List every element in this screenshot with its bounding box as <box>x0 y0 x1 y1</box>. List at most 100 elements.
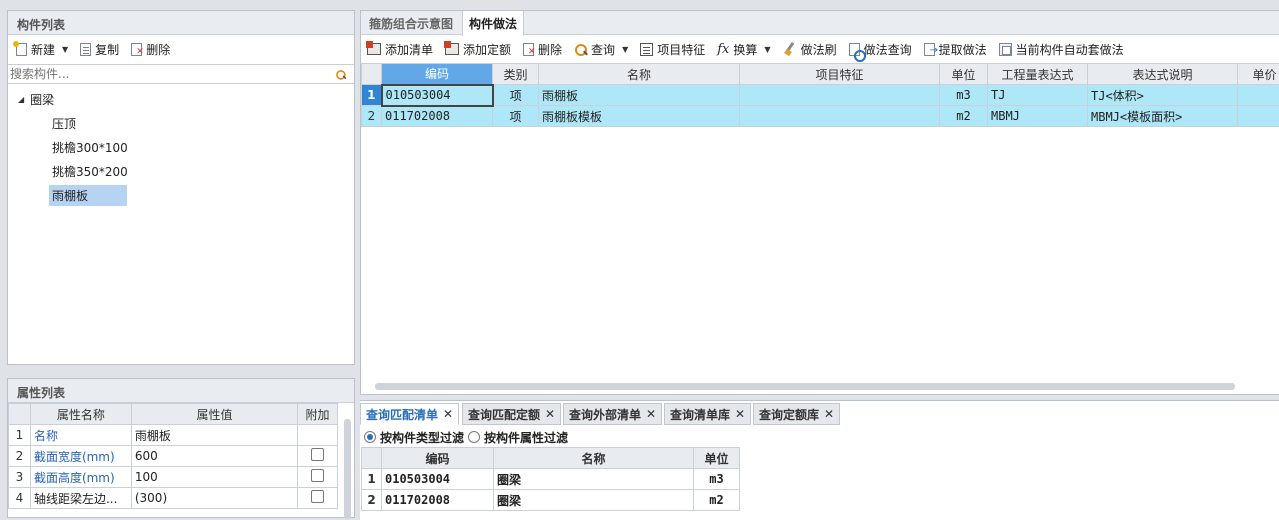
fx-icon: fx <box>717 42 729 56</box>
tree-node-label: 雨棚板 <box>49 185 127 206</box>
property-value[interactable]: 100 <box>131 467 297 488</box>
query-cell-name[interactable]: 圈梁 <box>494 490 694 511</box>
query-result-row[interactable]: 2011702008圈梁m2 <box>362 490 740 511</box>
new-doc-icon <box>16 43 27 56</box>
cell-type[interactable]: 项 <box>493 106 539 127</box>
col-code[interactable]: 编码 <box>382 64 493 85</box>
query-cell-code[interactable]: 010503004 <box>382 469 494 490</box>
add-list-button[interactable]: 添加清单 <box>361 38 439 60</box>
method-row[interactable]: 1010503004项雨棚板 m3TJTJ<体积> <box>362 85 1279 106</box>
property-value[interactable]: (300) <box>131 488 297 509</box>
col-query-code[interactable]: 编码 <box>382 448 494 469</box>
cell-unit[interactable]: m2 <box>940 106 988 127</box>
query-cell-unit[interactable]: m2 <box>694 490 740 511</box>
col-expr-desc[interactable]: 表达式说明 <box>1088 64 1238 85</box>
auto-apply-button[interactable]: 当前构件自动套做法 <box>993 38 1130 60</box>
property-row[interactable]: 2截面宽度(mm)600 <box>9 446 338 467</box>
property-name: 截面高度(mm) <box>30 467 131 488</box>
close-icon[interactable]: ✕ <box>545 407 555 421</box>
cell-feature[interactable] <box>740 85 940 106</box>
query-result-row[interactable]: 1010503004圈梁m3 <box>362 469 740 490</box>
item-feature-button[interactable]: 项目特征 <box>634 38 711 60</box>
component-toolbar: 新建 ▼ 复制 删除 <box>10 36 176 62</box>
cell-name[interactable]: 雨棚板 <box>539 85 740 106</box>
query-cell-code[interactable]: 011702008 <box>382 490 494 511</box>
close-icon[interactable]: ✕ <box>735 407 745 421</box>
col-expr[interactable]: 工程量表达式 <box>988 64 1088 85</box>
extra-checkbox[interactable] <box>311 490 324 503</box>
query-tab[interactable]: 查询匹配清单✕ <box>360 403 459 425</box>
cell-expr-desc[interactable]: TJ<体积> <box>1088 85 1238 106</box>
col-prop-value[interactable]: 属性值 <box>131 404 297 425</box>
query-button[interactable]: 查询 ▼ <box>568 38 634 60</box>
query-tab[interactable]: 查询定额库✕ <box>753 403 840 425</box>
extract-method-button[interactable]: 提取做法 <box>918 38 993 60</box>
cell-feature[interactable] <box>740 106 940 127</box>
search-icon[interactable] <box>335 69 345 79</box>
col-unit[interactable]: 单位 <box>940 64 988 85</box>
close-icon[interactable]: ✕ <box>646 407 656 421</box>
delete-method-button[interactable]: 删除 <box>517 38 568 60</box>
extra-checkbox[interactable] <box>311 469 324 482</box>
property-row[interactable]: 4轴线距梁左边...(300) <box>9 488 338 509</box>
tree-node[interactable]: 挑檐300*100 <box>8 135 354 159</box>
tree-collapse-icon[interactable]: ◢ <box>18 95 24 104</box>
cell-expr-desc[interactable]: MBMJ<模板面积> <box>1088 106 1238 127</box>
tree-node[interactable]: 雨棚板 <box>8 183 354 207</box>
query-tab[interactable]: 查询清单库✕ <box>664 403 751 425</box>
cell-expr[interactable]: MBMJ <box>988 106 1088 127</box>
copy-button[interactable]: 复制 <box>74 38 125 60</box>
col-query-unit[interactable]: 单位 <box>694 448 740 469</box>
property-scrollbar[interactable] <box>344 419 351 519</box>
cell-code[interactable]: 010503004 <box>382 85 493 106</box>
query-cell-name[interactable]: 圈梁 <box>494 469 694 490</box>
tree-node-root[interactable]: ◢ 圈梁 <box>8 87 354 111</box>
cell-price[interactable] <box>1238 106 1279 127</box>
cell-type[interactable]: 项 <box>493 85 539 106</box>
method-query-button[interactable]: 做法查询 <box>843 38 918 60</box>
query-tab[interactable]: 查询匹配定额✕ <box>462 403 561 425</box>
cell-code[interactable]: 011702008 <box>382 106 493 127</box>
close-icon[interactable]: ✕ <box>824 407 834 421</box>
filter-by-attr-radio[interactable]: 按构件属性过滤 <box>468 429 568 446</box>
method-horizontal-scrollbar[interactable] <box>375 383 1235 390</box>
cell-expr[interactable]: TJ <box>988 85 1088 106</box>
col-query-name[interactable]: 名称 <box>494 448 694 469</box>
property-value[interactable]: 雨棚板 <box>131 425 297 446</box>
query-cell-unit[interactable]: m3 <box>694 469 740 490</box>
filter-by-type-radio[interactable]: 按构件类型过滤 <box>364 429 464 446</box>
method-row[interactable]: 2011702008项雨棚板模板m2MBMJMBMJ<模板面积> <box>362 106 1279 127</box>
col-feature[interactable]: 项目特征 <box>740 64 940 85</box>
add-quota-button[interactable]: 添加定额 <box>439 38 517 60</box>
property-value[interactable]: 600 <box>131 446 297 467</box>
tab-stirrup-diagram[interactable]: 箍筋组合示意图 <box>363 11 459 35</box>
extra-checkbox[interactable] <box>311 448 324 461</box>
tree-node-label: 挑檐350*200 <box>49 161 131 182</box>
convert-button[interactable]: fx 换算 ▼ <box>711 38 776 60</box>
cell-name[interactable]: 雨棚板模板 <box>539 106 740 127</box>
col-prop-extra[interactable]: 附加 <box>298 404 338 425</box>
search-input[interactable] <box>8 65 328 83</box>
property-row[interactable]: 1名称雨棚板 <box>9 425 338 446</box>
cell-price[interactable] <box>1238 85 1279 106</box>
property-row[interactable]: 3截面高度(mm)100 <box>9 467 338 488</box>
method-brush-button[interactable]: 做法刷 <box>777 38 843 60</box>
new-button[interactable]: 新建 ▼ <box>10 38 74 60</box>
query-tab[interactable]: 查询外部清单✕ <box>563 403 662 425</box>
row-number: 1 <box>362 85 382 106</box>
col-prop-name[interactable]: 属性名称 <box>30 404 131 425</box>
close-icon[interactable]: ✕ <box>443 407 453 421</box>
delete-component-button[interactable]: 删除 <box>125 38 176 60</box>
col-name[interactable]: 名称 <box>539 64 740 85</box>
item-feature-icon <box>640 43 653 56</box>
row-number: 1 <box>362 469 382 490</box>
property-table: 属性名称 属性值 附加 1名称雨棚板2截面宽度(mm)6003截面高度(mm)1… <box>8 403 338 509</box>
method-toolbar: 添加清单 添加定额 删除 查询 ▼ 项目特征 fx 换算 ▼ 做法刷 <box>361 36 1130 62</box>
row-number: 1 <box>9 425 31 446</box>
col-type[interactable]: 类别 <box>493 64 539 85</box>
tree-node[interactable]: 挑檐350*200 <box>8 159 354 183</box>
tab-component-method[interactable]: 构件做法 <box>462 11 524 36</box>
tree-node[interactable]: 压顶 <box>8 111 354 135</box>
cell-unit[interactable]: m3 <box>940 85 988 106</box>
col-price[interactable]: 单价 <box>1238 64 1279 85</box>
